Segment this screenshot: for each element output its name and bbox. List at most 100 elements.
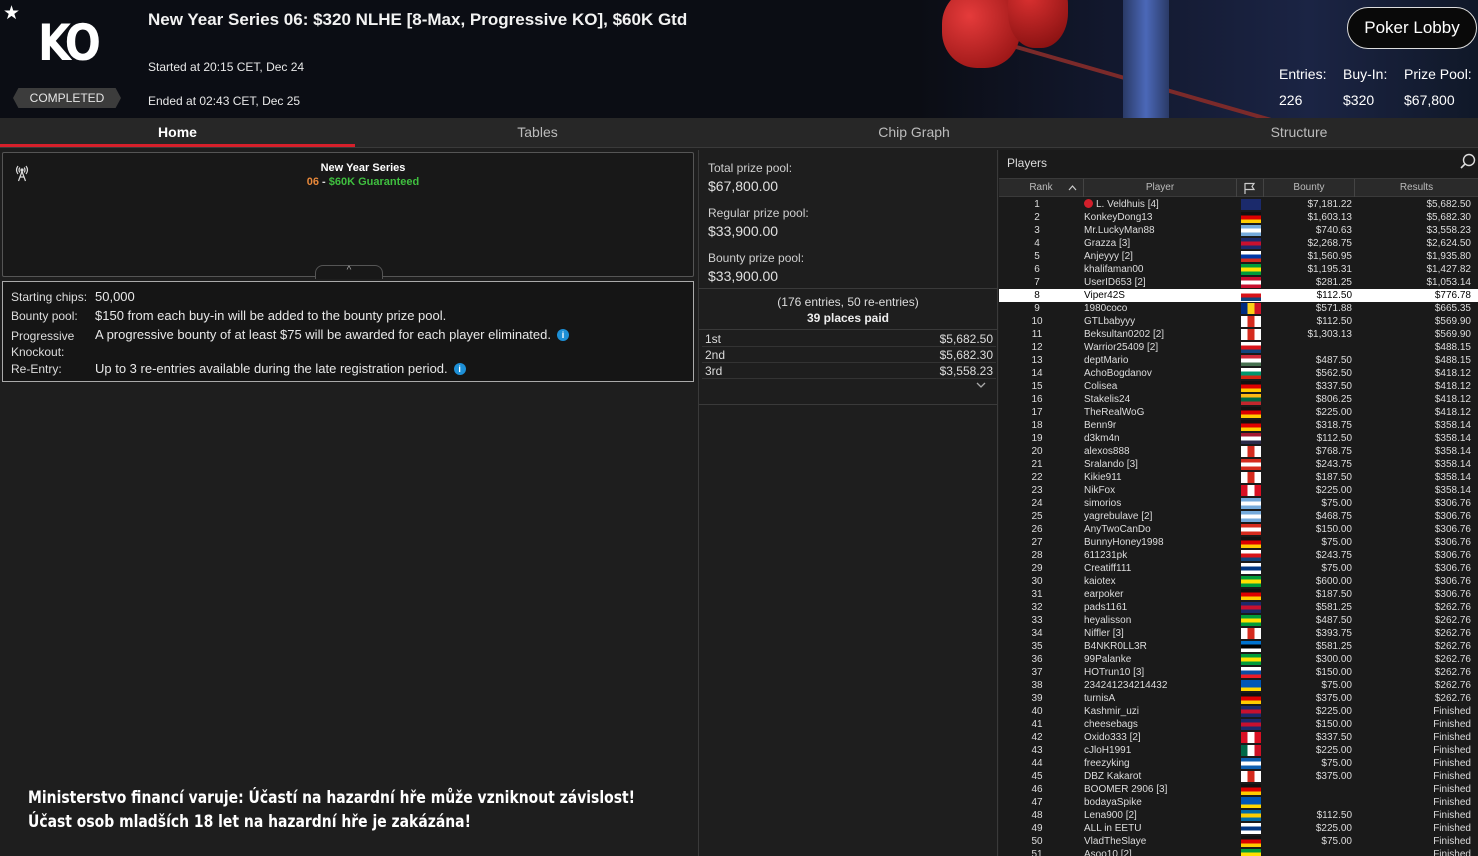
player-name-cell[interactable]: 1980coco	[1084, 302, 1127, 315]
table-row[interactable]: 21 Sralando [3] $243.75 $358.14	[999, 458, 1478, 471]
table-row[interactable]: 28 611231pk $243.75 $306.76	[999, 549, 1478, 562]
player-name-cell[interactable]: 611231pk	[1084, 549, 1127, 562]
table-row[interactable]: 49 ALL in EETU $225.00 Finished	[999, 822, 1478, 835]
table-row[interactable]: 31 earpoker $187.50 $306.76	[999, 588, 1478, 601]
player-name-cell[interactable]: d3km4n	[1084, 432, 1120, 445]
player-name-cell[interactable]: BOOMER 2906 [3]	[1084, 783, 1167, 796]
bounty-column-header[interactable]: Bounty	[1264, 179, 1355, 197]
table-row[interactable]: 10 GTLbabyyy $112.50 $569.90	[999, 315, 1478, 328]
table-row[interactable]: 8 Viper42S $112.50 $776.78	[999, 289, 1478, 302]
table-row[interactable]: 50 VladTheSlaye $75.00 Finished	[999, 835, 1478, 848]
player-name-cell[interactable]: bodayaSpike	[1084, 796, 1142, 809]
table-row[interactable]: 24 simorios $75.00 $306.76	[999, 497, 1478, 510]
table-row[interactable]: 13 deptMario $487.50 $488.15	[999, 354, 1478, 367]
table-row[interactable]: 42 Oxido333 [2] $337.50 Finished	[999, 731, 1478, 744]
player-name-cell[interactable]: cJloH1991	[1084, 744, 1131, 757]
table-row[interactable]: 1 L. Veldhuis [4] $7,181.22 $5,682.50	[999, 198, 1478, 211]
table-row[interactable]: 25 yagrebulave [2] $468.75 $306.76	[999, 510, 1478, 523]
table-row[interactable]: 29 Creatiff111 $75.00 $306.76	[999, 562, 1478, 575]
table-row[interactable]: 18 Benn9r $318.75 $358.14	[999, 419, 1478, 432]
player-name-cell[interactable]: AchoBogdanov	[1084, 367, 1152, 380]
tab-structure[interactable]: Structure	[1108, 118, 1478, 148]
player-name-cell[interactable]: TheRealWoG	[1084, 406, 1144, 419]
player-column-header[interactable]: Player	[1084, 179, 1237, 197]
player-name-cell[interactable]: khalifaman00	[1084, 263, 1143, 276]
results-column-header[interactable]: Results	[1355, 179, 1478, 197]
player-name-cell[interactable]: Sralando [3]	[1084, 458, 1138, 471]
table-row[interactable]: 47 bodayaSpike Finished	[999, 796, 1478, 809]
table-row[interactable]: 38 234241234214432 $75.00 $262.76	[999, 679, 1478, 692]
table-row[interactable]: 27 BunnyHoney1998 $75.00 $306.76	[999, 536, 1478, 549]
player-name-cell[interactable]: ALL in EETU	[1084, 822, 1141, 835]
table-row[interactable]: 32 pads1161 $581.25 $262.76	[999, 601, 1478, 614]
player-name-cell[interactable]: B4NKR0LL3R	[1084, 640, 1147, 653]
table-row[interactable]: 4 Grazza [3] $2,268.75 $2,624.50	[999, 237, 1478, 250]
player-name-cell[interactable]: 234241234214432	[1084, 679, 1167, 692]
table-row[interactable]: 5 Anjeyyy [2] $1,560.95 $1,935.80	[999, 250, 1478, 263]
table-row[interactable]: 16 Stakelis24 $806.25 $418.12	[999, 393, 1478, 406]
player-name-cell[interactable]: Kikie911	[1084, 471, 1122, 484]
table-row[interactable]: 41 cheesebags $150.00 Finished	[999, 718, 1478, 731]
rank-column-header[interactable]: Rank	[999, 179, 1084, 197]
player-name-cell[interactable]: KonkeyDong13	[1084, 211, 1152, 224]
table-row[interactable]: 15 Colisea $337.50 $418.12	[999, 380, 1478, 393]
player-name-cell[interactable]: cheesebags	[1084, 718, 1138, 731]
player-name-cell[interactable]: DBZ Kakarot	[1084, 770, 1141, 783]
player-name-cell[interactable]: Stakelis24	[1084, 393, 1130, 406]
player-name-cell[interactable]: turnisA	[1084, 692, 1115, 705]
country-column-header[interactable]	[1237, 179, 1264, 197]
player-name-cell[interactable]: deptMario	[1084, 354, 1128, 367]
table-row[interactable]: 39 turnisA $375.00 $262.76	[999, 692, 1478, 705]
table-row[interactable]: 6 khalifaman00 $1,195.31 $1,427.82	[999, 263, 1478, 276]
player-name-cell[interactable]: Warrior25409 [2]	[1084, 341, 1158, 354]
table-row[interactable]: 20 alexos888 $768.75 $358.14	[999, 445, 1478, 458]
table-row[interactable]: 45 DBZ Kakarot $375.00 Finished	[999, 770, 1478, 783]
tab-tables[interactable]: Tables	[355, 118, 720, 148]
player-name-cell[interactable]: Beksultan0202 [2]	[1084, 328, 1164, 341]
table-row[interactable]: 35 B4NKR0LL3R $581.25 $262.76	[999, 640, 1478, 653]
table-row[interactable]: 37 HOTrun10 [3] $150.00 $262.76	[999, 666, 1478, 679]
poker-lobby-button[interactable]: Poker Lobby	[1347, 7, 1477, 49]
player-name-cell[interactable]: HOTrun10 [3]	[1084, 666, 1144, 679]
player-name-cell[interactable]: heyalisson	[1084, 614, 1131, 627]
table-row[interactable]: 3 Mr.LuckyMan88 $740.63 $3,558.23	[999, 224, 1478, 237]
table-row[interactable]: 2 KonkeyDong13 $1,603.13 $5,682.30	[999, 211, 1478, 224]
player-name-cell[interactable]: Lena900 [2]	[1084, 809, 1137, 822]
table-row[interactable]: 19 d3km4n $112.50 $358.14	[999, 432, 1478, 445]
player-name-cell[interactable]: simorios	[1084, 497, 1121, 510]
player-name-cell[interactable]: Creatiff111	[1084, 562, 1131, 575]
table-row[interactable]: 30 kaiotex $600.00 $306.76	[999, 575, 1478, 588]
favorite-star-icon[interactable]: ★	[3, 2, 20, 25]
player-name-cell[interactable]: Grazza [3]	[1084, 237, 1130, 250]
player-name-cell[interactable]: freezyking	[1084, 757, 1130, 770]
player-name-cell[interactable]: Colisea	[1084, 380, 1117, 393]
player-name-cell[interactable]: Benn9r	[1084, 419, 1116, 432]
table-row[interactable]: 34 Niffler [3] $393.75 $262.76	[999, 627, 1478, 640]
player-name-cell[interactable]: earpoker	[1084, 588, 1123, 601]
table-row[interactable]: 36 99Palanke $300.00 $262.76	[999, 653, 1478, 666]
table-row[interactable]: 44 freezyking $75.00 Finished	[999, 757, 1478, 770]
info-icon[interactable]: i	[453, 363, 466, 375]
player-name-cell[interactable]: GTLbabyyy	[1084, 315, 1135, 328]
table-row[interactable]: 46 BOOMER 2906 [3] Finished	[999, 783, 1478, 796]
player-name-cell[interactable]: BunnyHoney1998	[1084, 536, 1164, 549]
player-name-cell[interactable]: AnyTwoCanDo	[1084, 523, 1151, 536]
player-name-cell[interactable]: kaiotex	[1084, 575, 1116, 588]
player-name-cell[interactable]: Viper42S	[1084, 289, 1125, 302]
player-name-cell[interactable]: alexos888	[1084, 445, 1130, 458]
collapse-toggle[interactable]: ^	[315, 265, 383, 279]
player-name-cell[interactable]: Niffler [3]	[1084, 627, 1124, 640]
player-name-cell[interactable]: yagrebulave [2]	[1084, 510, 1152, 523]
table-row[interactable]: 14 AchoBogdanov $562.50 $418.12	[999, 367, 1478, 380]
table-row[interactable]: 11 Beksultan0202 [2] $1,303.13 $569.90	[999, 328, 1478, 341]
table-row[interactable]: 33 heyalisson $487.50 $262.76	[999, 614, 1478, 627]
info-icon[interactable]: i	[556, 329, 569, 341]
table-row[interactable]: 43 cJloH1991 $225.00 Finished	[999, 744, 1478, 757]
search-icon[interactable]	[1460, 153, 1476, 169]
player-name-cell[interactable]: 99Palanke	[1084, 653, 1131, 666]
player-name-cell[interactable]: NikFox	[1084, 484, 1115, 497]
table-row[interactable]: 17 TheRealWoG $225.00 $418.12	[999, 406, 1478, 419]
table-row[interactable]: 12 Warrior25409 [2] $488.15	[999, 341, 1478, 354]
player-name-cell[interactable]: Anjeyyy [2]	[1084, 250, 1133, 263]
player-name-cell[interactable]: Oxido333 [2]	[1084, 731, 1141, 744]
